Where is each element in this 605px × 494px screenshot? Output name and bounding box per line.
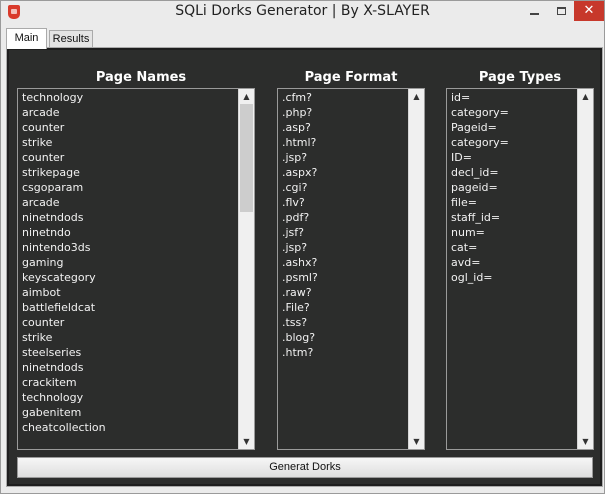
list-item[interactable]: .ashx? <box>282 255 318 270</box>
list-item[interactable]: Pageid= <box>451 120 509 135</box>
page-names-title: Page Names <box>95 70 187 85</box>
maximize-icon <box>556 6 566 15</box>
list-item[interactable]: battlefieldcat <box>22 300 106 315</box>
app-window: SQLi Dorks Generator | By X-SLAYER ✕ Mai… <box>0 0 605 494</box>
list-item[interactable]: .blog? <box>282 330 318 345</box>
list-item[interactable]: file= <box>451 195 509 210</box>
list-item[interactable]: strike <box>22 330 106 345</box>
main-panel: Page Names technology arcade counter strike… <box>6 47 603 487</box>
list-item[interactable]: cat= <box>451 240 509 255</box>
list-item[interactable]: arcade <box>22 105 106 120</box>
list-item[interactable]: steelseries <box>22 345 106 360</box>
close-icon: ✕ <box>583 3 595 18</box>
page-names-items: technology arcade counter strike counter stri… <box>22 90 106 435</box>
list-item[interactable]: .psml? <box>282 270 318 285</box>
scroll-up-icon[interactable]: ▲ <box>409 89 424 104</box>
list-item[interactable]: .php? <box>282 105 318 120</box>
list-item[interactable]: aimbot <box>22 285 106 300</box>
list-item[interactable]: pageid= <box>451 180 509 195</box>
list-item[interactable]: .jsp? <box>282 240 318 255</box>
list-item[interactable]: .flv? <box>282 195 318 210</box>
page-types-title: Page Types <box>478 70 562 85</box>
tab-results[interactable]: Results <box>49 30 93 48</box>
main-panel-body: Page Names technology arcade counter strike… <box>9 50 600 484</box>
list-item[interactable]: ninetndods <box>22 210 106 225</box>
list-item[interactable]: technology <box>22 390 106 405</box>
list-item[interactable]: .File? <box>282 300 318 315</box>
list-item[interactable]: ninetndods <box>22 360 106 375</box>
list-item[interactable]: .html? <box>282 135 318 150</box>
page-types-items: id= category= Pageid= category= ID= decl_id= p… <box>451 90 509 285</box>
list-item[interactable]: id= <box>451 90 509 105</box>
list-item[interactable]: csgoparam <box>22 180 106 195</box>
list-item[interactable]: .htm? <box>282 345 318 360</box>
page-names-scrollbar[interactable]: ▲ ▼ <box>238 89 254 449</box>
scroll-up-icon[interactable]: ▲ <box>578 89 593 104</box>
list-item[interactable]: .cfm? <box>282 90 318 105</box>
page-format-scrollbar[interactable]: ▲ ▼ <box>408 89 424 449</box>
list-item[interactable]: keyscategory <box>22 270 106 285</box>
list-item[interactable]: .raw? <box>282 285 318 300</box>
list-item[interactable]: category= <box>451 105 509 120</box>
list-item[interactable]: .pdf? <box>282 210 318 225</box>
title-bar[interactable]: SQLi Dorks Generator | By X-SLAYER ✕ <box>1 1 604 26</box>
list-item[interactable]: counter <box>22 120 106 135</box>
list-item[interactable]: num= <box>451 225 509 240</box>
page-types-scrollbar[interactable]: ▲ ▼ <box>577 89 593 449</box>
list-item[interactable]: arcade <box>22 195 106 210</box>
scrollbar-thumb[interactable] <box>240 104 253 212</box>
scroll-up-icon[interactable]: ▲ <box>239 89 254 104</box>
generate-dorks-button[interactable]: Generat Dorks <box>17 457 593 478</box>
list-item[interactable]: category= <box>451 135 509 150</box>
tab-main[interactable]: Main <box>6 28 47 49</box>
page-format-items: .cfm? .php? .asp? .html? .jsp? .aspx? .cgi? .fl… <box>282 90 318 360</box>
list-item[interactable]: strike <box>22 135 106 150</box>
list-item[interactable]: .cgi? <box>282 180 318 195</box>
scroll-down-icon[interactable]: ▼ <box>409 434 424 449</box>
scroll-down-icon[interactable]: ▼ <box>578 434 593 449</box>
page-format-list[interactable]: .cfm? .php? .asp? .html? .jsp? .aspx? .cgi? .fl… <box>277 88 425 450</box>
maximize-button[interactable] <box>548 1 574 21</box>
close-button[interactable]: ✕ <box>574 1 604 21</box>
scroll-down-icon[interactable]: ▼ <box>239 434 254 449</box>
list-item[interactable]: gabenitem <box>22 405 106 420</box>
page-names-list[interactable]: technology arcade counter strike counter stri… <box>17 88 255 450</box>
list-item[interactable]: decl_id= <box>451 165 509 180</box>
minimize-icon <box>530 12 539 15</box>
list-item[interactable]: technology <box>22 90 106 105</box>
list-item[interactable]: ninetndo <box>22 225 106 240</box>
list-item[interactable]: .jsp? <box>282 150 318 165</box>
list-item[interactable]: counter <box>22 315 106 330</box>
list-item[interactable]: cheatcollection <box>22 420 106 435</box>
page-format-title: Page Format <box>304 70 398 85</box>
list-item[interactable]: crackitem <box>22 375 106 390</box>
list-item[interactable]: counter <box>22 150 106 165</box>
list-item[interactable]: .jsf? <box>282 225 318 240</box>
list-item[interactable]: gaming <box>22 255 106 270</box>
list-item[interactable]: .asp? <box>282 120 318 135</box>
list-item[interactable]: ogl_id= <box>451 270 509 285</box>
list-item[interactable]: ID= <box>451 150 509 165</box>
list-item[interactable]: avd= <box>451 255 509 270</box>
window-title: SQLi Dorks Generator | By X-SLAYER <box>175 3 430 19</box>
list-item[interactable]: .tss? <box>282 315 318 330</box>
list-item[interactable]: staff_id= <box>451 210 509 225</box>
list-item[interactable]: nintendo3ds <box>22 240 106 255</box>
minimize-button[interactable] <box>521 1 548 21</box>
list-item[interactable]: .aspx? <box>282 165 318 180</box>
page-types-list[interactable]: id= category= Pageid= category= ID= decl_id= p… <box>446 88 594 450</box>
list-item[interactable]: strikepage <box>22 165 106 180</box>
